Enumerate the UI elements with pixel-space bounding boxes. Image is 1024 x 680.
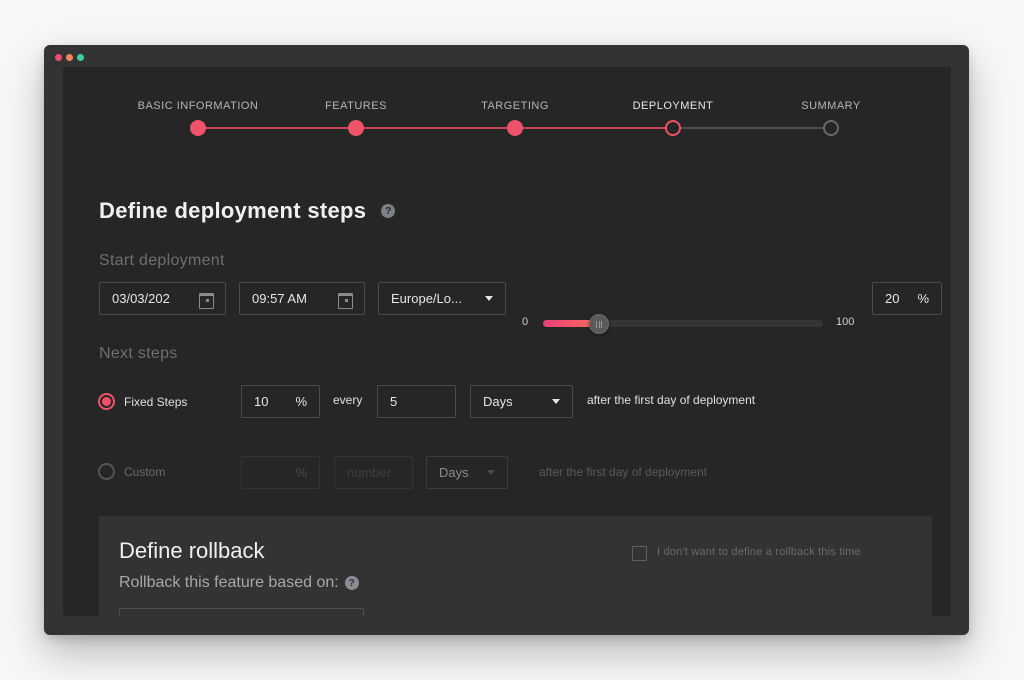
timezone-value: Europe/Lo... — [391, 291, 462, 306]
rollback-subtitle-row: Rollback this feature based on: ? — [119, 574, 359, 592]
wizard-content: BASIC INFORMATION FEATURES TARGETING DEP… — [63, 67, 951, 616]
step-dot-targeting[interactable] — [507, 120, 523, 136]
fixed-suffix-text: after the first day of deployment — [587, 393, 756, 407]
step-label-features[interactable]: FEATURES — [325, 100, 387, 112]
custom-label[interactable]: Custom — [124, 465, 165, 479]
percent-symbol: % — [295, 465, 307, 480]
next-steps-label: Next steps — [99, 345, 178, 362]
percent-symbol: % — [917, 291, 929, 306]
fixed-steps-radio[interactable] — [98, 393, 115, 410]
start-percent-value: 20 — [885, 291, 900, 306]
skip-rollback-checkbox[interactable] — [632, 546, 647, 561]
window-controls — [55, 54, 84, 61]
fixed-unit-select[interactable]: Days — [470, 385, 573, 418]
every-label: every — [333, 393, 363, 407]
fixed-percent-value: 10 — [254, 394, 269, 409]
percent-symbol: % — [295, 394, 307, 409]
clock-calendar-icon[interactable] — [337, 291, 353, 309]
custom-radio[interactable] — [98, 463, 115, 480]
page-title: Define deployment steps — [99, 198, 367, 223]
rollback-subtitle: Rollback this feature based on: — [119, 574, 339, 591]
start-percent-input[interactable]: 20 % — [872, 282, 942, 315]
stepper-line-done — [198, 127, 673, 129]
stepper-line-todo — [673, 127, 831, 129]
start-time-value: 09:57 AM — [252, 291, 307, 306]
timezone-select[interactable]: Europe/Lo... — [378, 282, 506, 315]
fixed-unit-value: Days — [483, 394, 513, 409]
step-dot-basic-information[interactable] — [190, 120, 206, 136]
chevron-down-icon — [485, 296, 493, 301]
progress-stepper: BASIC INFORMATION FEATURES TARGETING DEP… — [63, 67, 951, 147]
start-date-field[interactable]: 03/03/202 — [99, 282, 226, 315]
page-title-row: Define deployment steps ? — [99, 198, 396, 224]
step-dot-features[interactable] — [348, 120, 364, 136]
rollback-title: Define rollback — [119, 538, 265, 563]
chevron-down-icon — [552, 399, 560, 404]
app-window: BASIC INFORMATION FEATURES TARGETING DEP… — [44, 45, 969, 635]
slider-handle[interactable] — [589, 314, 609, 334]
custom-number-input[interactable]: number — [334, 456, 413, 489]
step-label-deployment[interactable]: DEPLOYMENT — [633, 100, 714, 112]
custom-suffix-text: after the first day of deployment — [539, 465, 708, 479]
custom-percent-input[interactable]: % — [241, 456, 320, 489]
step-dot-deployment[interactable] — [665, 120, 681, 136]
slider-max-label: 100 — [836, 316, 855, 328]
fixed-interval-input[interactable]: 5 — [377, 385, 456, 418]
start-date-value: 03/03/202 — [112, 291, 170, 306]
calendar-icon[interactable] — [198, 291, 214, 309]
help-icon[interactable]: ? — [344, 576, 359, 590]
step-label-summary[interactable]: SUMMARY — [801, 100, 861, 112]
step-label-targeting[interactable]: TARGETING — [481, 100, 549, 112]
step-dot-summary[interactable] — [823, 120, 839, 136]
start-percentage-slider[interactable] — [543, 314, 823, 334]
help-icon[interactable]: ? — [381, 204, 396, 218]
minimize-window-button[interactable] — [66, 54, 73, 61]
chevron-down-icon — [487, 470, 495, 475]
custom-unit-value: Days — [439, 465, 469, 480]
start-deployment-label: Start deployment — [99, 252, 225, 269]
skip-rollback-label[interactable]: I don't want to define a rollback this t… — [657, 546, 861, 558]
custom-number-placeholder: number — [347, 465, 392, 480]
fixed-interval-value: 5 — [390, 394, 398, 409]
grip-icon — [596, 320, 602, 328]
slider-min-label: 0 — [522, 316, 529, 328]
step-label-basic-information[interactable]: BASIC INFORMATION — [138, 100, 259, 112]
custom-unit-select[interactable]: Days — [426, 456, 508, 489]
maximize-window-button[interactable] — [77, 54, 84, 61]
fixed-steps-label[interactable]: Fixed Steps — [124, 395, 187, 409]
start-time-field[interactable]: 09:57 AM — [239, 282, 365, 315]
rollback-panel: Define rollback Rollback this feature ba… — [99, 516, 932, 616]
fixed-percent-input[interactable]: 10 % — [241, 385, 320, 418]
rollback-criteria-select[interactable] — [119, 608, 364, 616]
close-window-button[interactable] — [55, 54, 62, 61]
